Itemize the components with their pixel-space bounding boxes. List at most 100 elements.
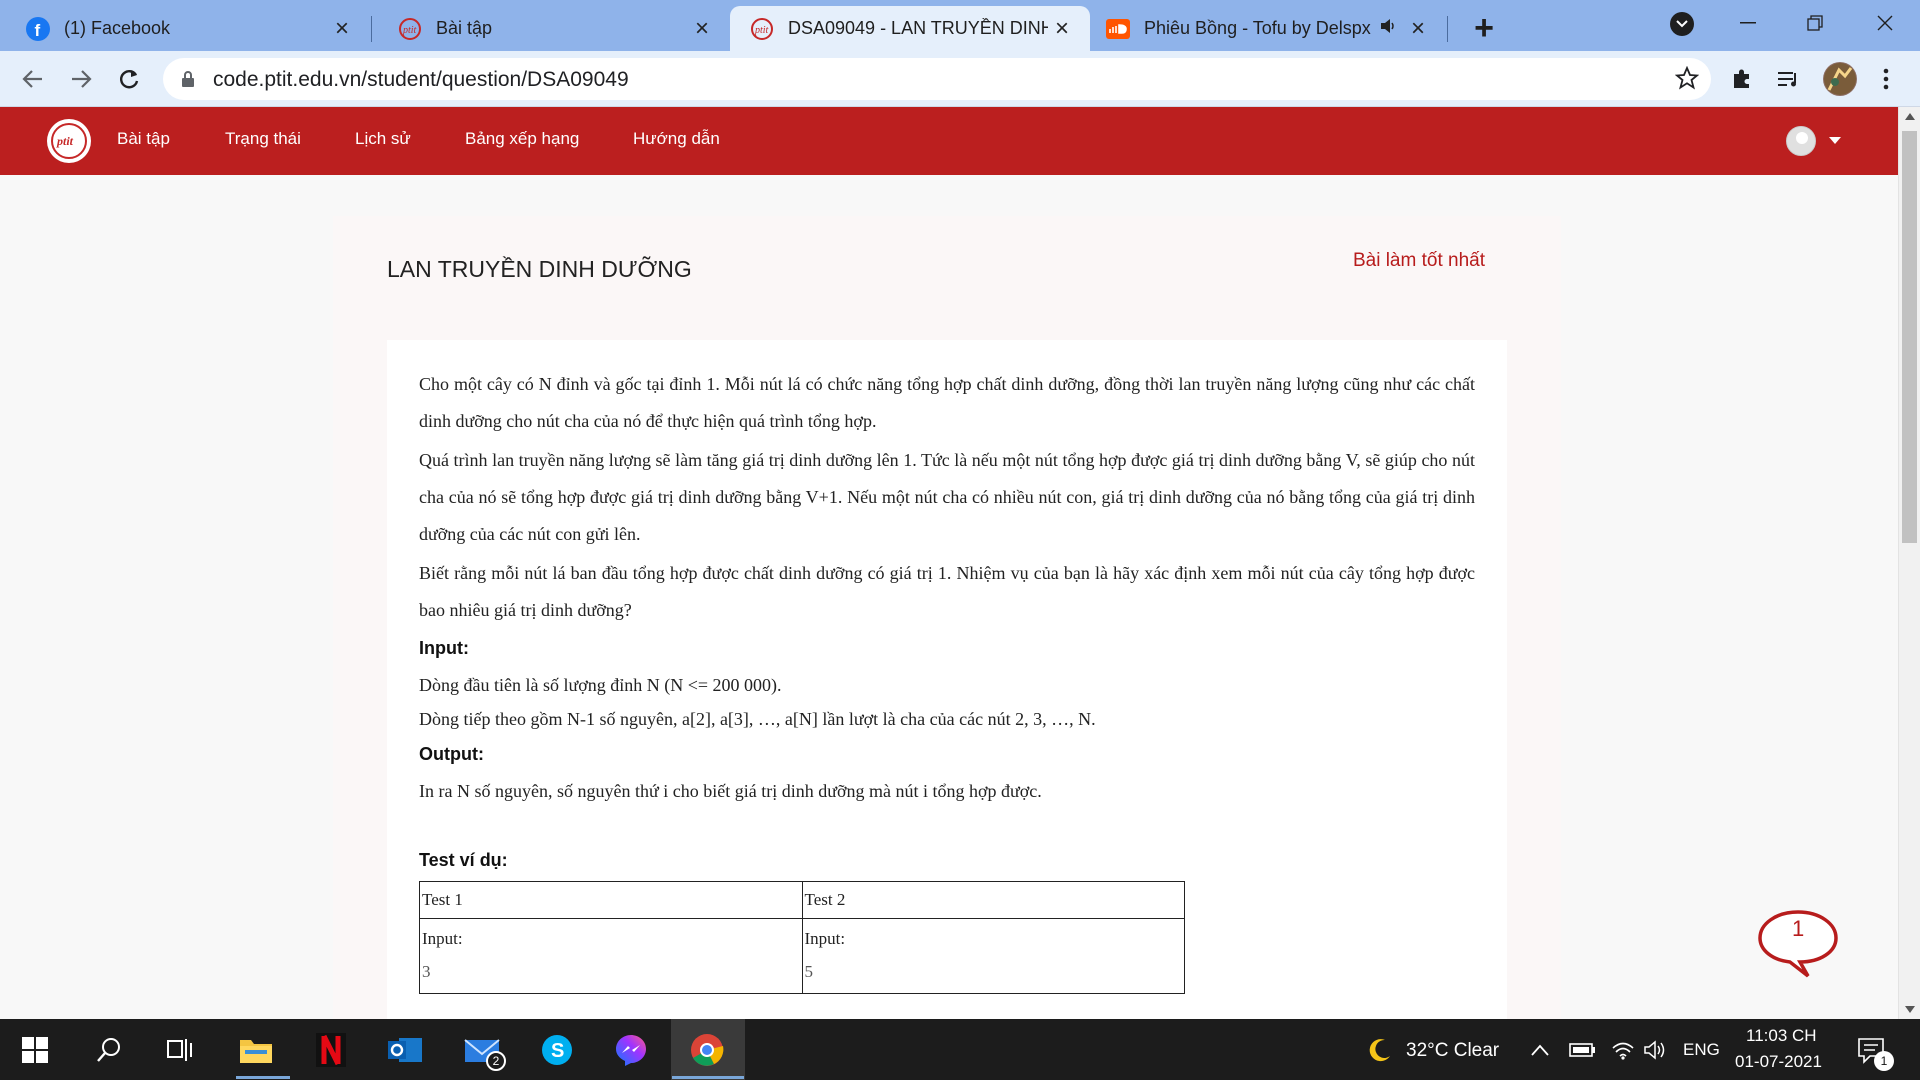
tab-title: DSA09049 - LAN TRUYỀN DINH <box>788 18 1048 38</box>
ptit-logo[interactable]: ptit <box>47 119 91 163</box>
tab-title: (1) Facebook <box>64 18 171 38</box>
table-row: Test 1 Test 2 <box>419 881 1185 919</box>
output-line: In ra N số nguyên, số nguyên thứ i cho b… <box>419 781 1042 801</box>
svg-text:ptit: ptit <box>56 134 74 148</box>
reload-icon[interactable] <box>114 64 144 94</box>
chevron-up-icon[interactable] <box>1526 1029 1554 1071</box>
forward-arrow-icon[interactable] <box>66 64 96 94</box>
nav-bang-xep-hang[interactable]: Bảng xếp hạng <box>465 129 579 149</box>
close-tab-icon[interactable]: × <box>688 15 716 43</box>
media-queue-icon[interactable] <box>1775 65 1803 93</box>
notification-count-badge: 1 <box>1874 1051 1894 1071</box>
site-navbar: ptit Bài tập Trạng thái Lịch sử Bảng xếp… <box>0 107 1898 175</box>
language-indicator[interactable]: ENG <box>1683 1040 1720 1060</box>
extensions-puzzle-icon[interactable] <box>1728 65 1756 93</box>
close-tab-icon[interactable]: × <box>1048 15 1076 43</box>
tab-title: Phiêu Bồng - Tofu by Delspx <box>1144 18 1371 38</box>
user-avatar[interactable] <box>1786 126 1816 156</box>
clock-date[interactable]: 01-07-2021 <box>1735 1052 1822 1072</box>
bookmark-star-icon[interactable] <box>1674 65 1700 95</box>
problem-title: LAN TRUYỀN DINH DƯỠNG <box>387 256 692 282</box>
nav-trang-thai[interactable]: Trạng thái <box>225 129 301 149</box>
close-window-icon[interactable] <box>1862 6 1908 40</box>
running-indicator <box>236 1076 290 1079</box>
tab-current-problem[interactable]: ptit DSA09049 - LAN TRUYỀN DINH × <box>730 6 1090 51</box>
chat-count-badge: 1 <box>1792 916 1805 941</box>
restore-icon[interactable] <box>1792 6 1838 40</box>
input-label: Input: <box>422 929 463 948</box>
svg-text:f: f <box>35 21 41 40</box>
problem-statement: Cho một cây có N đỉnh và gốc tại đỉnh 1.… <box>387 340 1507 1019</box>
chevron-down-icon[interactable] <box>1829 137 1841 144</box>
windows-start-icon[interactable] <box>14 1029 56 1071</box>
address-bar[interactable]: code.ptit.edu.vn/student/question/DSA090… <box>163 58 1711 100</box>
problem-card: LAN TRUYỀN DINH DƯỠNG Bài làm tốt nhất C… <box>333 216 1561 1019</box>
input-value: 3 <box>422 962 431 981</box>
facebook-icon: f <box>26 16 50 41</box>
tab-bai-tap[interactable]: ptit Bài tập × <box>372 6 730 51</box>
tab-divider <box>1447 16 1448 42</box>
lock-icon <box>181 70 195 93</box>
back-arrow-icon[interactable] <box>18 64 48 94</box>
task-view-icon[interactable] <box>158 1029 200 1071</box>
svg-text:ptit: ptit <box>754 25 769 36</box>
table-row: Input: 3 Input: 5 <box>419 918 1185 994</box>
test-name-cell: Test 1 <box>419 881 803 919</box>
tab-search-icon[interactable] <box>1670 12 1694 36</box>
examples-table: Test 1 Test 2 Input: 3 Input: 5 <box>419 881 1185 994</box>
best-submission-link[interactable]: Bài làm tốt nhất <box>1353 250 1485 272</box>
netflix-icon[interactable] <box>310 1029 352 1071</box>
scroll-down-arrow-icon[interactable] <box>1905 1006 1915 1013</box>
weather-text[interactable]: 32°C Clear <box>1406 1040 1499 1062</box>
output-heading: Output: <box>419 744 484 764</box>
tab-soundcloud[interactable]: Phiêu Bồng - Tofu by Delspx × <box>1090 6 1446 51</box>
input-value: 5 <box>804 962 814 981</box>
input-heading: Input: <box>419 638 469 658</box>
minimize-icon[interactable] <box>1725 6 1771 40</box>
close-tab-icon[interactable]: × <box>328 15 356 43</box>
input-line: Dòng tiếp theo gồm N-1 số nguyên, a[2], … <box>419 709 1096 729</box>
speaker-icon[interactable] <box>1380 18 1398 39</box>
svg-text:S: S <box>551 1040 564 1062</box>
nav-huong-dan[interactable]: Hướng dẫn <box>633 129 720 149</box>
svg-text:ptit: ptit <box>402 25 417 36</box>
examples-heading: Test ví dụ: <box>419 850 508 870</box>
outlook-icon[interactable] <box>384 1029 426 1071</box>
test-name-cell: Test 2 <box>801 881 1185 919</box>
input-line: Dòng đầu tiên là số lượng đỉnh N (N <= 2… <box>419 675 782 695</box>
running-indicator <box>672 1076 744 1079</box>
nav-lich-su[interactable]: Lịch sử <box>355 129 411 149</box>
ptit-icon: ptit <box>750 17 774 41</box>
ptit-icon: ptit <box>398 17 422 41</box>
windows-taskbar: 2 S 32°C Clear ENG 11:03 CH 01-07-2021 1 <box>0 1019 1920 1080</box>
messenger-icon[interactable] <box>610 1029 652 1071</box>
notification-center-icon[interactable]: 1 <box>1850 1029 1894 1071</box>
nav-bai-tap[interactable]: Bài tập <box>117 129 170 149</box>
skype-icon[interactable]: S <box>536 1029 578 1071</box>
scrollbar-thumb[interactable] <box>1902 131 1917 543</box>
moon-weather-icon[interactable] <box>1358 1029 1400 1071</box>
clock-time[interactable]: 11:03 CH <box>1746 1026 1817 1046</box>
scroll-up-arrow-icon[interactable] <box>1905 113 1915 120</box>
browser-tab-strip: f (1) Facebook × ptit Bài tập × ptit DSA… <box>0 0 1920 51</box>
chat-bubble-button[interactable]: 1 <box>1756 908 1840 980</box>
page-scrollbar[interactable] <box>1898 107 1920 1019</box>
statement-paragraph: Cho một cây có N đỉnh và gốc tại đỉnh 1.… <box>419 374 1475 431</box>
mail-icon[interactable]: 2 <box>462 1029 506 1071</box>
browser-toolbar: code.ptit.edu.vn/student/question/DSA090… <box>0 51 1920 107</box>
volume-icon[interactable] <box>1640 1029 1670 1071</box>
chrome-icon[interactable] <box>686 1029 728 1071</box>
new-tab-button[interactable]: + <box>1466 9 1502 47</box>
profile-avatar[interactable] <box>1823 62 1857 96</box>
search-icon[interactable] <box>88 1029 130 1071</box>
mail-count-badge: 2 <box>486 1051 506 1071</box>
tab-facebook[interactable]: f (1) Facebook × <box>0 6 370 51</box>
wifi-icon[interactable] <box>1608 1029 1638 1071</box>
tab-title: Bài tập <box>436 18 493 38</box>
file-explorer-icon[interactable] <box>235 1029 277 1071</box>
battery-icon[interactable] <box>1568 1029 1598 1071</box>
statement-paragraph: Quá trình lan truyền năng lượng sẽ làm t… <box>419 450 1475 544</box>
browser-menu-icon[interactable] <box>1872 65 1900 93</box>
input-label: Input: <box>804 929 846 948</box>
close-tab-icon[interactable]: × <box>1404 15 1432 43</box>
